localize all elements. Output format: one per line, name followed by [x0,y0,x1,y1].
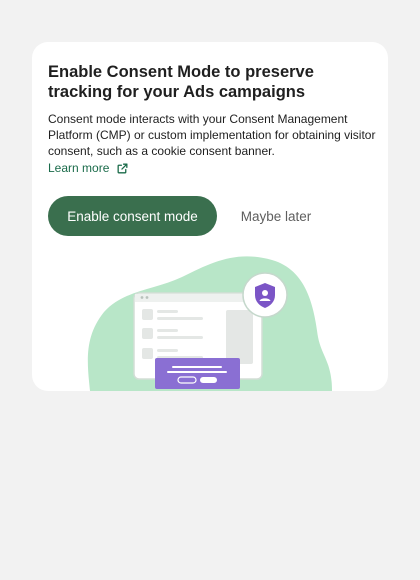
shield-person-icon [242,272,288,318]
consent-illustration [87,256,332,391]
learn-more-link[interactable]: Learn more [48,160,129,176]
consent-mode-card: Enable Consent Mode to preserve tracking… [32,42,388,391]
maybe-later-button[interactable]: Maybe later [226,196,326,236]
card-title: Enable Consent Mode to preserve tracking… [48,63,314,101]
external-link-icon [116,162,129,175]
card-description: Consent mode interacts with your Consent… [48,112,376,158]
learn-more-label: Learn more [48,161,110,175]
consent-banner [155,358,240,389]
enable-consent-mode-button[interactable]: Enable consent mode [48,196,217,236]
